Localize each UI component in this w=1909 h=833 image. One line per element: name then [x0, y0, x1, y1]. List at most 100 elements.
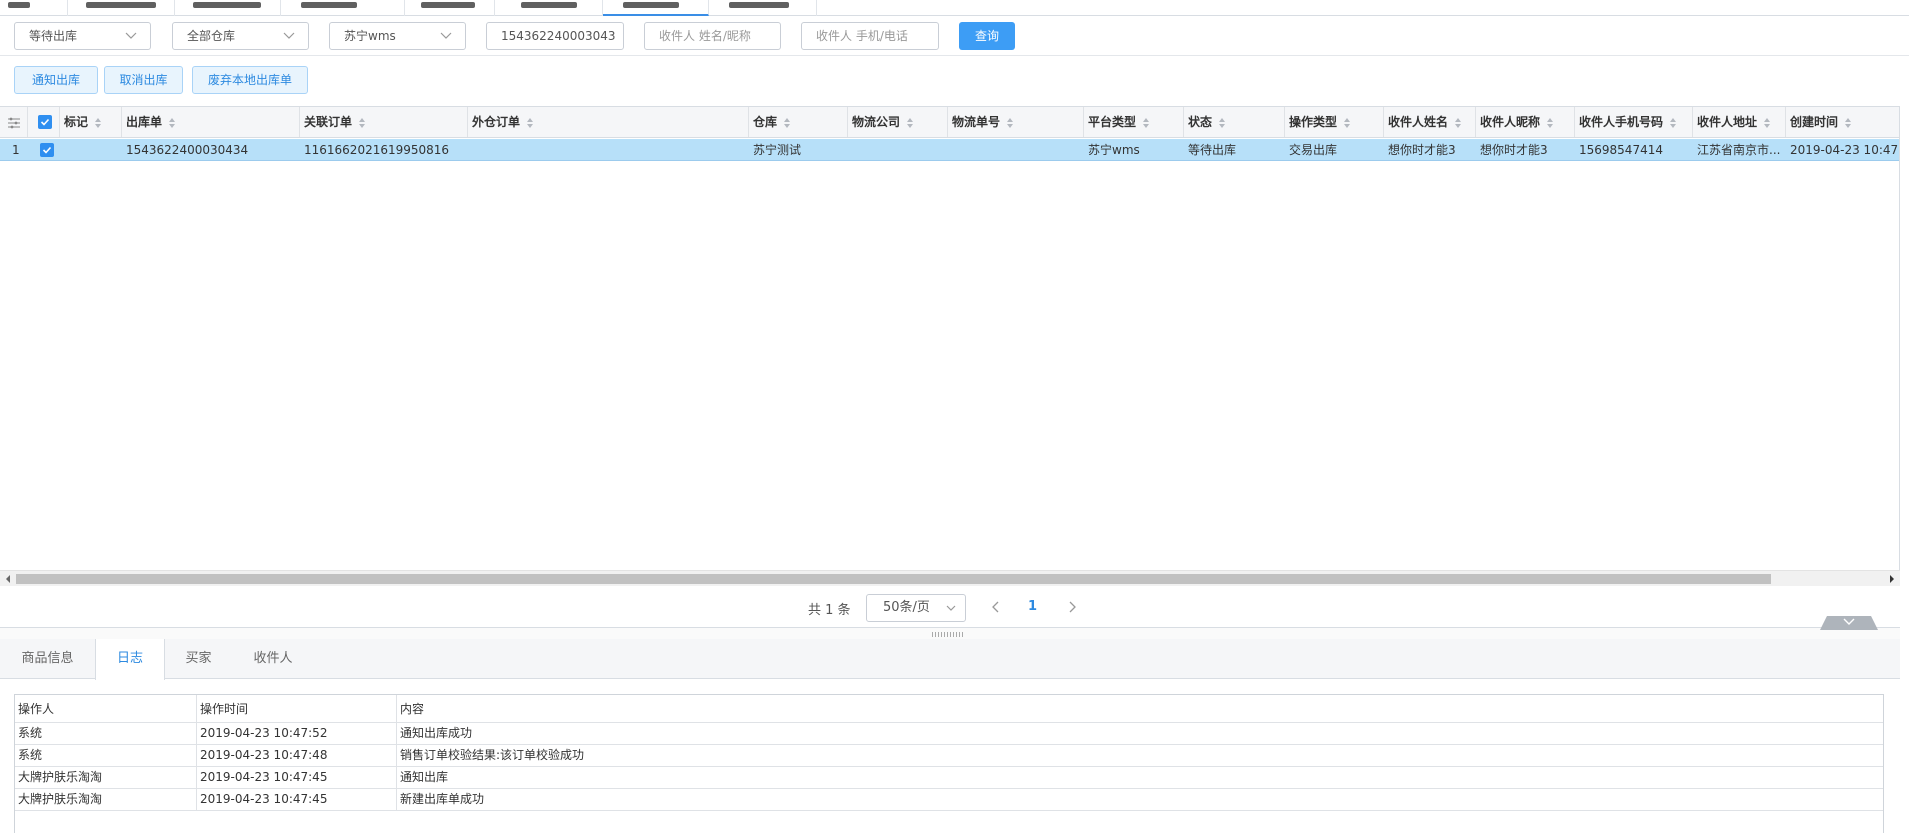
order-number-input-value: 154362240003043 [501, 29, 616, 43]
header-col-receiver-name[interactable]: 收件人姓名 [1384, 107, 1476, 137]
pagination: 共 1 条 50条/页 1 [0, 587, 1900, 627]
cell-col-tracking-no [948, 139, 1084, 160]
top-tab[interactable] [495, 0, 603, 16]
select-all-cell[interactable] [28, 107, 60, 137]
scroll-left-icon[interactable] [2, 573, 14, 585]
table-row[interactable]: 1 1543622400030434 1161662021619950816 苏宁测… [0, 139, 1900, 161]
tab-log[interactable]: 日志 [95, 639, 165, 680]
log-operator: 系统 [15, 745, 197, 766]
top-tab[interactable] [709, 0, 817, 16]
sort-icon[interactable] [1844, 117, 1852, 129]
header-col-warehouse[interactable]: 仓库 [749, 107, 848, 137]
log-time: 2019-04-23 10:47:52 [197, 723, 397, 744]
log-table: 操作人 操作时间 内容 系统 2019-04-23 10:47:52 通知出库成功系… [14, 694, 1884, 833]
filter-bar: 等待出库 全部仓库 苏宁wms 154362240003043 收件人 姓名/昵… [0, 16, 1909, 56]
status-select[interactable]: 等待出库 [14, 22, 151, 50]
warehouse-select[interactable]: 全部仓库 [172, 22, 309, 50]
header-col-outbound-no[interactable]: 出库单 [122, 107, 300, 137]
row-checkbox[interactable] [40, 143, 54, 157]
header-col-logistics-company[interactable]: 物流公司 [848, 107, 948, 137]
header-label: 收件人姓名 [1388, 115, 1449, 129]
sort-icon[interactable] [1669, 117, 1677, 129]
chevron-down-icon [440, 32, 452, 39]
order-number-input[interactable]: 154362240003043 [486, 22, 624, 50]
receiver-phone-input[interactable]: 收件人 手机/电话 [801, 22, 939, 50]
sort-icon[interactable] [94, 117, 102, 129]
horizontal-scrollbar[interactable] [0, 570, 1900, 586]
header-col-tracking-no[interactable]: 物流单号 [948, 107, 1084, 137]
header-col-receiver-phone[interactable]: 收件人手机号码 [1575, 107, 1693, 137]
notify-outbound-button[interactable]: 通知出库 [14, 66, 98, 94]
header-label: 创建时间 [1790, 115, 1839, 129]
tab-product-info[interactable]: 商品信息 [0, 639, 95, 679]
splitter-grip[interactable] [932, 632, 964, 637]
sort-icon[interactable] [526, 117, 534, 129]
top-tab[interactable] [68, 0, 175, 16]
header-label: 平台类型 [1088, 115, 1137, 129]
sort-icon[interactable] [358, 117, 366, 129]
header-col-related-order[interactable]: 关联订单 [300, 107, 468, 137]
sort-icon[interactable] [783, 117, 791, 129]
top-tab[interactable] [0, 0, 68, 16]
discard-local-outbound-button[interactable]: 废弃本地出库单 [192, 66, 308, 94]
log-header-content: 内容 [400, 702, 425, 716]
top-tab[interactable] [175, 0, 281, 16]
scrollbar-thumb[interactable] [16, 574, 1771, 584]
cell-col-operation-type: 交易出库 [1289, 143, 1338, 157]
cell-col-receiver-phone: 15698547414 [1579, 143, 1663, 157]
header-label: 物流单号 [952, 115, 1001, 129]
top-tab[interactable] [281, 0, 405, 16]
header-label: 仓库 [753, 115, 778, 129]
sort-icon[interactable] [168, 117, 176, 129]
log-row: 系统 2019-04-23 10:47:52 通知出库成功 [15, 723, 1883, 745]
panel-splitter[interactable] [0, 627, 1900, 639]
header-label: 关联订单 [304, 115, 353, 129]
sort-icon[interactable] [1763, 117, 1771, 129]
log-operator: 大牌护肤乐淘淘 [15, 789, 197, 810]
tab-receiver[interactable]: 收件人 [232, 639, 314, 679]
chevron-down-icon [1843, 618, 1855, 625]
cell-col-receiver-nickname: 想你时才能3 [1480, 143, 1548, 157]
platform-select[interactable]: 苏宁wms [329, 22, 466, 50]
sort-icon[interactable] [1142, 117, 1150, 129]
row-checkbox-cell[interactable] [28, 139, 60, 160]
header-col-platform-type[interactable]: 平台类型 [1084, 107, 1184, 137]
scroll-right-icon[interactable] [1886, 573, 1898, 585]
current-page[interactable]: 1 [1028, 599, 1037, 614]
prev-page-icon[interactable] [988, 597, 1004, 617]
select-all-checkbox[interactable] [38, 115, 52, 129]
receiver-phone-placeholder: 收件人 手机/电话 [816, 29, 908, 43]
detail-tabs: 商品信息 日志 买家 收件人 [0, 639, 1900, 680]
top-tab[interactable] [405, 0, 495, 16]
chevron-down-icon [125, 32, 137, 39]
sort-icon[interactable] [1343, 117, 1351, 129]
chevron-down-icon [283, 32, 295, 39]
header-col-created-time[interactable]: 创建时间 [1786, 107, 1900, 137]
log-content: 销售订单校验结果:该订单校验成功 [400, 748, 585, 762]
query-button[interactable]: 查询 [959, 22, 1015, 50]
next-page-icon[interactable] [1064, 597, 1080, 617]
collapse-panel-tab[interactable] [1820, 616, 1878, 630]
header-col-operation-type[interactable]: 操作类型 [1285, 107, 1384, 137]
header-col-receiver-address[interactable]: 收件人地址 [1693, 107, 1786, 137]
column-settings-cell[interactable] [0, 107, 28, 137]
receiver-name-input[interactable]: 收件人 姓名/昵称 [644, 22, 781, 50]
sort-icon[interactable] [1546, 117, 1554, 129]
header-col-mark[interactable]: 标记 [60, 107, 122, 137]
checkmark-icon [40, 118, 50, 126]
cancel-outbound-button[interactable]: 取消出库 [104, 66, 183, 94]
header-col-external-order[interactable]: 外仓订单 [468, 107, 749, 137]
sort-icon[interactable] [906, 117, 914, 129]
sort-icon[interactable] [1006, 117, 1014, 129]
grid-header: 标记 出库单 关联订单 外仓订单 仓库 物流公司 物流单号 平台类型 状态 操作类型 收件人姓名 收件… [0, 107, 1900, 138]
header-col-status[interactable]: 状态 [1184, 107, 1285, 137]
header-label: 外仓订单 [472, 115, 521, 129]
top-tab-active[interactable] [603, 0, 709, 16]
tab-buyer[interactable]: 买家 [165, 639, 232, 679]
header-col-receiver-nickname[interactable]: 收件人昵称 [1476, 107, 1575, 137]
page-size-select[interactable]: 50条/页 [866, 594, 966, 622]
checkmark-icon [42, 146, 52, 154]
log-row: 大牌护肤乐淘淘 2019-04-23 10:47:45 通知出库 [15, 767, 1883, 789]
sort-icon[interactable] [1218, 117, 1226, 129]
sort-icon[interactable] [1454, 117, 1462, 129]
